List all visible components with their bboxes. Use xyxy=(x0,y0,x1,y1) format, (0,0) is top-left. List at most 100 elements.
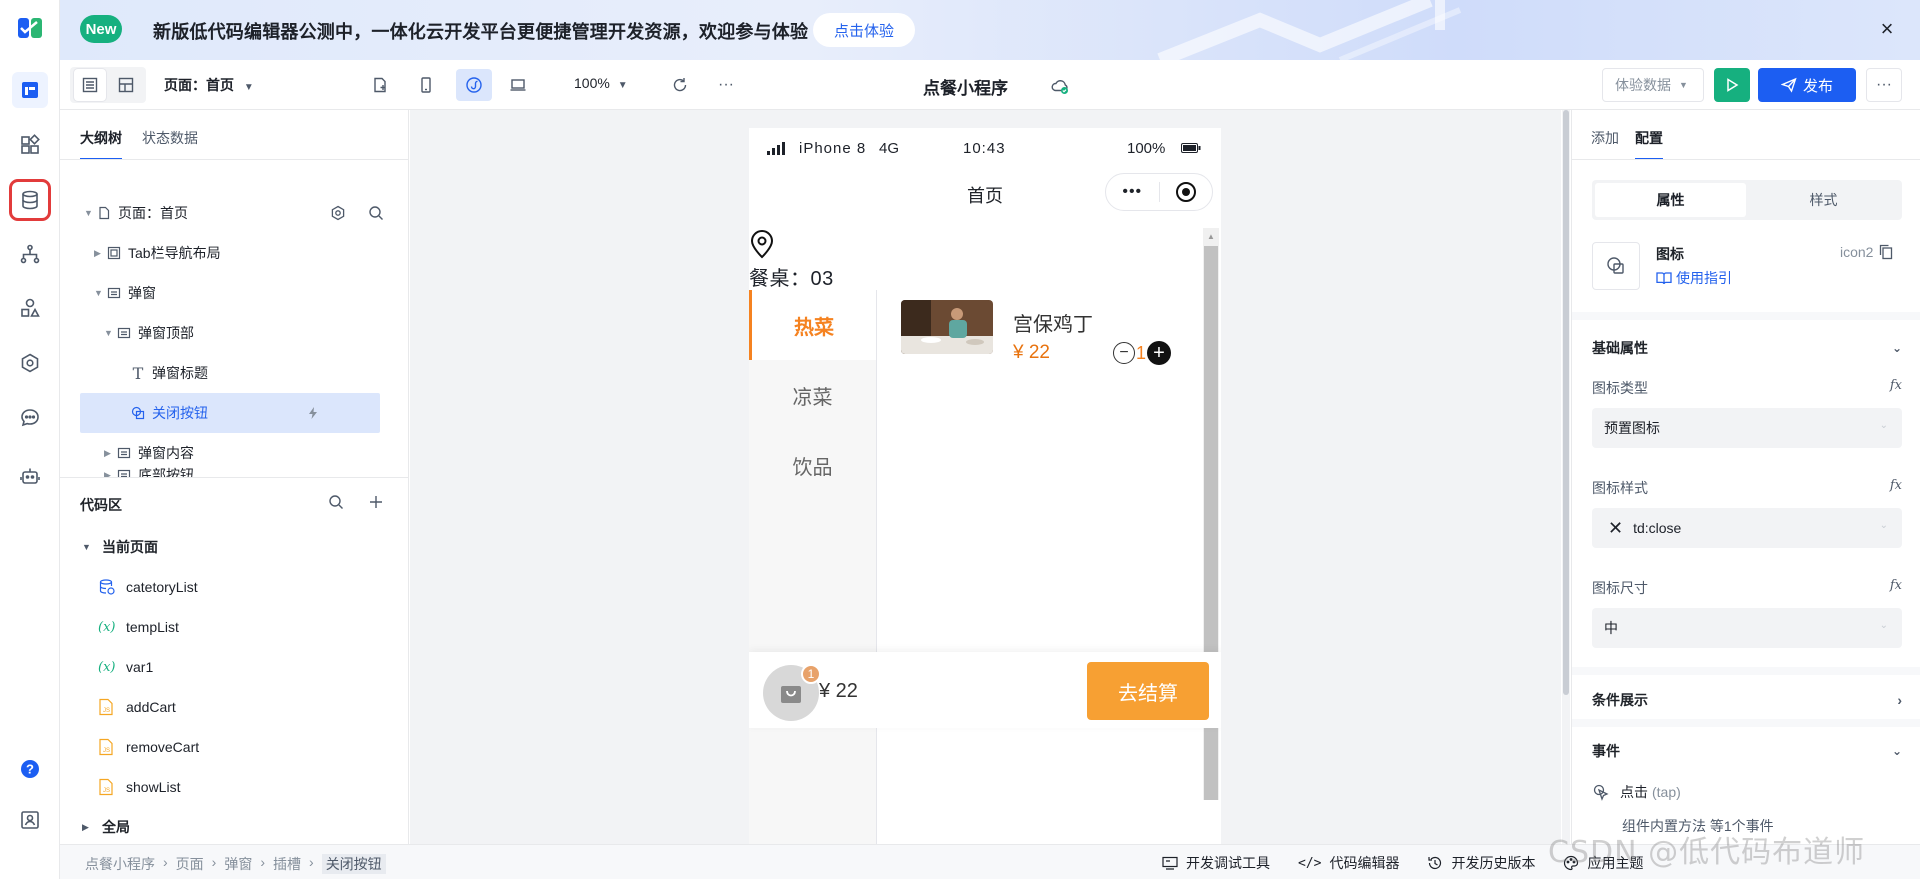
experience-data-select[interactable]: 体验数据 ▼ xyxy=(1602,68,1704,102)
capsule-more-icon[interactable]: ••• xyxy=(1106,183,1159,201)
shapes-icon[interactable] xyxy=(12,290,48,326)
icon-style-select[interactable]: ✕ td:close ⌄ xyxy=(1592,508,1902,548)
user-card-icon[interactable] xyxy=(12,802,48,838)
icon-type-select[interactable]: 预置图标 ⌄ xyxy=(1592,408,1902,448)
breadcrumb-current[interactable]: 关闭按钮 xyxy=(321,854,386,874)
category-hot-dishes[interactable]: 热菜 xyxy=(749,290,876,360)
event-type: (tap) xyxy=(1652,784,1681,800)
caret-right-icon[interactable]: ▶ xyxy=(104,448,116,459)
plus-icon[interactable]: + xyxy=(1147,341,1172,365)
scroll-up-arrow-icon[interactable]: ▲ xyxy=(1207,232,1215,241)
run-button[interactable] xyxy=(1714,68,1750,102)
tab-state-data[interactable]: 状态数据 xyxy=(142,128,198,160)
breadcrumb-item[interactable]: 页面 xyxy=(176,854,204,874)
code-editor-button[interactable]: </> 代码编辑器 xyxy=(1298,853,1399,873)
database-icon[interactable] xyxy=(9,179,51,221)
minus-icon[interactable]: − xyxy=(1113,342,1135,364)
caret-right-icon[interactable]: ▶ xyxy=(82,822,102,833)
code-item-var1[interactable]: (x) var1 xyxy=(98,647,153,687)
divider xyxy=(876,290,877,844)
search-icon[interactable] xyxy=(368,205,384,221)
add-icon[interactable] xyxy=(368,494,384,510)
category-drinks[interactable]: 饮品 xyxy=(749,430,876,500)
publish-button[interactable]: 发布 xyxy=(1758,68,1856,102)
canvas-scrollbar[interactable] xyxy=(1562,110,1570,844)
event-tap[interactable]: 点击 (tap) xyxy=(1592,782,1681,802)
code-item-removecart[interactable]: JS removeCart xyxy=(98,727,199,767)
section-basic-properties[interactable]: 基础属性 ⌄ xyxy=(1592,338,1902,358)
caret-right-icon[interactable]: ▶ xyxy=(94,248,106,259)
tab-add[interactable]: 添加 xyxy=(1591,128,1619,160)
search-icon[interactable] xyxy=(328,494,344,510)
scrollbar-thumb[interactable] xyxy=(1563,110,1569,695)
page-icon[interactable] xyxy=(12,72,48,108)
breadcrumb-item[interactable]: 弹窗 xyxy=(224,854,252,874)
formula-icon[interactable]: fx xyxy=(1890,478,1902,498)
copy-icon[interactable] xyxy=(1879,244,1893,260)
miniprogram-device-icon[interactable] xyxy=(456,69,492,101)
formula-icon[interactable]: fx xyxy=(1890,378,1902,398)
tree-node-popup-header[interactable]: ▼ 弹窗顶部 xyxy=(104,313,194,353)
breadcrumb-item[interactable]: 插槽 xyxy=(273,854,301,874)
usage-guide-link[interactable]: 使用指引 xyxy=(1656,268,1732,288)
formula-icon[interactable]: fx xyxy=(1890,578,1902,598)
settings-icon[interactable] xyxy=(330,205,346,221)
tree-node-bottom-buttons[interactable]: ▶ 底部按钮 xyxy=(104,464,194,477)
tree-node-popup[interactable]: ▼ 弹窗 xyxy=(94,273,156,313)
try-now-button[interactable]: 点击体验 xyxy=(813,13,915,47)
dish-name: 宫保鸡丁 xyxy=(1013,314,1093,336)
tree-node-page[interactable]: ▼ 页面：首页 xyxy=(84,193,384,233)
settings-hex-icon[interactable] xyxy=(12,345,48,381)
add-page-icon[interactable] xyxy=(364,69,396,101)
more-options-icon[interactable]: ··· xyxy=(710,69,742,101)
robot-icon[interactable] xyxy=(12,458,48,494)
code-item-addcart[interactable]: JS addCart xyxy=(98,687,176,727)
capsule-close-icon[interactable] xyxy=(1159,181,1212,203)
icon-size-select[interactable]: 中 ⌄ xyxy=(1592,608,1902,648)
segment-style[interactable]: 样式 xyxy=(1748,183,1899,217)
banner-close-icon[interactable]: × xyxy=(1876,16,1898,41)
tree-node-popup-title[interactable]: T 弹窗标题 xyxy=(130,353,208,393)
mobile-device-icon[interactable] xyxy=(410,69,442,101)
more-actions-button[interactable]: ··· xyxy=(1866,68,1902,102)
breadcrumb-item[interactable]: 点餐小程序 xyxy=(85,854,155,874)
caret-down-icon[interactable]: ▼ xyxy=(104,328,116,338)
desktop-device-icon[interactable] xyxy=(502,69,534,101)
section-conditional-display[interactable]: 条件展示 › xyxy=(1592,690,1902,710)
caret-down-icon[interactable]: ▼ xyxy=(94,288,106,298)
list-view-icon[interactable] xyxy=(74,69,106,101)
page-selector[interactable]: 页面：首页 ▼ xyxy=(164,75,254,95)
network-label: 4G xyxy=(879,140,900,157)
tree-node-tabbar[interactable]: ▶ Tab栏导航布局 xyxy=(94,233,221,273)
code-item-catetorylist[interactable]: catetoryList xyxy=(98,567,198,607)
caret-down-icon[interactable]: ▼ xyxy=(84,208,96,218)
section-events[interactable]: 事件 ⌄ xyxy=(1592,741,1902,761)
caret-right-icon[interactable]: ▶ xyxy=(104,470,116,478)
refresh-icon[interactable] xyxy=(664,69,696,101)
chat-icon[interactable] xyxy=(12,400,48,436)
publish-label: 发布 xyxy=(1802,77,1833,95)
tab-config[interactable]: 配置 xyxy=(1635,128,1663,160)
zoom-selector[interactable]: 100% ▼ xyxy=(574,75,628,91)
components-icon[interactable] xyxy=(12,127,48,163)
help-icon[interactable]: ? xyxy=(12,751,48,787)
caret-down-icon[interactable]: ▼ xyxy=(82,542,102,552)
group-global[interactable]: ▶ 全局 xyxy=(82,807,130,847)
category-cold-dishes[interactable]: 凉菜 xyxy=(749,360,876,430)
dish-image[interactable] xyxy=(901,300,993,354)
lightning-icon[interactable] xyxy=(306,406,320,420)
code-item-showlist[interactable]: JS showList xyxy=(98,767,180,807)
breadcrumb-separator-icon: › xyxy=(309,854,314,870)
flow-icon[interactable] xyxy=(12,236,48,272)
tab-outline-tree[interactable]: 大纲树 xyxy=(80,128,122,160)
segment-properties[interactable]: 属性 xyxy=(1595,183,1746,217)
split-view-icon[interactable] xyxy=(110,69,142,101)
dev-history-button[interactable]: 开发历史版本 xyxy=(1427,853,1535,873)
dev-debug-tool-button[interactable]: 开发调试工具 xyxy=(1162,853,1270,873)
checkout-button[interactable]: 去结算 xyxy=(1087,662,1209,720)
play-icon xyxy=(1727,78,1739,92)
code-item-templist[interactable]: (x) tempList xyxy=(98,607,179,647)
group-current-page[interactable]: ▼ 当前页面 xyxy=(82,527,158,567)
select-value: 预置图标 xyxy=(1604,420,1660,436)
tree-node-close-button[interactable]: 关闭按钮 xyxy=(80,393,380,433)
